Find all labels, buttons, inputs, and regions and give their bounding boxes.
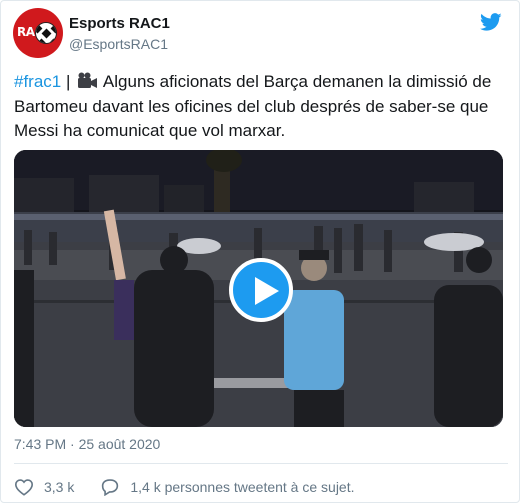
divider [14, 463, 508, 464]
account-handle[interactable]: @EsportsRAC1 [69, 36, 168, 52]
video-camera-icon [78, 72, 98, 88]
tweet-text: #frac1 | Alguns aficionats del Barça dem… [14, 70, 509, 144]
tweet-card: RAC Esports RAC1 @EsportsRAC1 #frac1 | A… [0, 0, 520, 503]
soccer-ball-icon [35, 22, 57, 44]
like-button[interactable]: 3,3 k [14, 478, 100, 496]
conversation-link[interactable]: 1,4 k personnes tweetent à ce sujet. [100, 478, 355, 496]
conversation-text: 1,4 k personnes tweetent à ce sujet. [130, 479, 355, 495]
heart-icon [14, 479, 34, 496]
tweet-timestamp[interactable]: 7:43 PM · 25 août 2020 [14, 436, 160, 452]
play-button[interactable] [229, 258, 293, 322]
tweet-actions: 3,3 k 1,4 k personnes tweetent à ce suje… [14, 476, 355, 498]
play-icon [255, 277, 279, 305]
like-count: 3,3 k [44, 479, 75, 495]
twitter-bird-icon[interactable] [479, 11, 503, 33]
avatar[interactable]: RAC [13, 8, 63, 58]
speech-bubble-icon [102, 479, 119, 496]
video-player[interactable] [14, 150, 503, 427]
hashtag-link[interactable]: #frac1 [14, 72, 61, 91]
separator: | [61, 72, 71, 91]
display-name[interactable]: Esports RAC1 [69, 15, 170, 32]
